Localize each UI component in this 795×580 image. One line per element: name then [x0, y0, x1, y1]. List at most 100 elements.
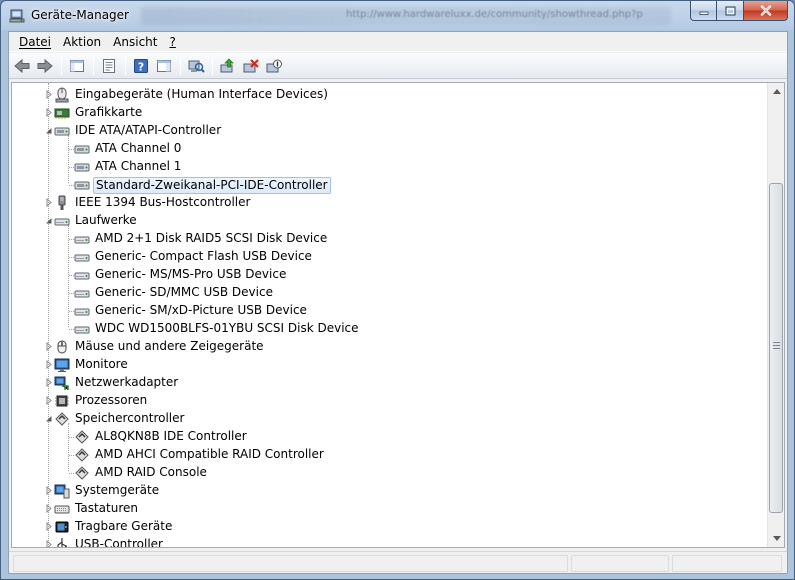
- forward-button[interactable]: [34, 55, 56, 77]
- status-bar: [9, 551, 787, 573]
- ide-channel-icon: [74, 163, 90, 172]
- tree-category[interactable]: Tastaturen: [12, 500, 766, 518]
- uninstall-button[interactable]: [240, 55, 262, 77]
- tree-device[interactable]: Generic- MS/MS-Pro USB Device: [12, 266, 766, 284]
- tree-category[interactable]: Prozessoren: [12, 392, 766, 410]
- scrollbar-thumb[interactable]: [769, 183, 783, 513]
- tree-device[interactable]: AMD 2+1 Disk RAID5 SCSI Disk Device: [12, 230, 766, 248]
- maximize-button[interactable]: [717, 1, 744, 21]
- device-tree[interactable]: Eingabegeräte (Human Interface Devices) G…: [12, 83, 766, 547]
- scroll-up-button[interactable]: [768, 83, 784, 100]
- collapsed-arrow-icon[interactable]: [44, 521, 53, 532]
- system-devices-icon: [54, 484, 70, 499]
- disable-button[interactable]: [263, 55, 285, 77]
- tree-category[interactable]: IDE ATA/ATAPI-Controller: [12, 122, 766, 140]
- properties-button[interactable]: [98, 55, 120, 77]
- menu-help[interactable]: ?: [163, 32, 181, 52]
- menu-ansicht[interactable]: Ansicht: [107, 32, 163, 52]
- tree-device[interactable]: AMD AHCI Compatible RAID Controller: [12, 446, 766, 464]
- network-adapter-icon: [54, 376, 69, 390]
- tree-device[interactable]: Generic- SD/MMC USB Device: [12, 284, 766, 302]
- tree-category[interactable]: Grafikkarte: [12, 104, 766, 122]
- tree-device[interactable]: Generic- SM/xD-Picture USB Device: [12, 302, 766, 320]
- disable-icon: [266, 59, 282, 72]
- tree-node-label: Mäuse und andere Zeigegeräte: [75, 339, 264, 353]
- tree-node-label: Generic- MS/MS-Pro USB Device: [95, 267, 287, 281]
- tree-node-label: Generic- SM/xD-Picture USB Device: [95, 303, 307, 317]
- status-pane-secondary: [571, 555, 669, 572]
- tree-category[interactable]: Laufwerke: [12, 212, 766, 230]
- toolbar-separator: [61, 56, 62, 75]
- collapsed-arrow-icon[interactable]: [44, 107, 53, 118]
- collapsed-arrow-icon[interactable]: [44, 341, 53, 352]
- close-button[interactable]: [744, 1, 788, 21]
- tree-category[interactable]: USB-Controller: [12, 536, 766, 547]
- console-tree-button[interactable]: [66, 55, 88, 77]
- tree-device[interactable]: AMD RAID Console: [12, 464, 766, 482]
- tree-node-label: Netzwerkadapter: [75, 375, 179, 389]
- device-tree-pane: Eingabegeräte (Human Interface Devices) G…: [11, 82, 785, 548]
- tree-category[interactable]: Speichercontroller: [12, 410, 766, 428]
- disk-drive-icon: [54, 218, 70, 226]
- tree-node-label: Tastaturen: [75, 501, 138, 515]
- expanded-arrow-icon[interactable]: [44, 216, 53, 225]
- action-pane-button[interactable]: [153, 55, 175, 77]
- disk-drive-icon: [74, 308, 90, 316]
- collapsed-arrow-icon[interactable]: [44, 485, 53, 496]
- tree-category[interactable]: Systemgeräte: [12, 482, 766, 500]
- vertical-scrollbar[interactable]: [767, 83, 784, 547]
- scroll-down-button[interactable]: [768, 530, 784, 547]
- help-icon: ?: [134, 58, 148, 73]
- menu-datei[interactable]: Datei: [13, 32, 57, 52]
- tree-device[interactable]: ATA Channel 1: [12, 158, 766, 176]
- tree-device[interactable]: WDC WD1500BLFS-01YBU SCSI Disk Device: [12, 320, 766, 338]
- collapsed-arrow-icon[interactable]: [44, 359, 53, 370]
- collapsed-arrow-icon[interactable]: [44, 377, 53, 388]
- tree-category[interactable]: Mäuse und andere Zeigegeräte: [12, 338, 766, 356]
- disk-drive-icon: [74, 272, 90, 280]
- display-adapter-icon: [54, 108, 70, 119]
- ide-channel-icon: [74, 181, 90, 190]
- tree-device[interactable]: ATA Channel 0: [12, 140, 766, 158]
- processor-icon: [55, 395, 69, 407]
- tree-node-label: Speichercontroller: [75, 411, 185, 425]
- scrollbar-grip: [773, 342, 780, 350]
- tree-node-label: Laufwerke: [75, 213, 137, 227]
- tree-device[interactable]: Standard-Zweikanal-PCI-IDE-Controller: [12, 176, 766, 194]
- collapsed-arrow-icon[interactable]: [44, 539, 53, 547]
- minimize-button[interactable]: [690, 1, 717, 21]
- tree-node-label: IDE ATA/ATAPI-Controller: [75, 123, 222, 137]
- close-icon: [760, 5, 771, 16]
- back-icon: [14, 58, 30, 73]
- title-bar[interactable]: http://www.hardwareluxx.de/community/sho…: [1, 1, 794, 31]
- scsi-controller-icon: [75, 466, 89, 480]
- svg-text:?: ?: [138, 60, 144, 73]
- tree-category[interactable]: Tragbare Geräte: [12, 518, 766, 536]
- tree-category[interactable]: Eingabegeräte (Human Interface Devices): [12, 86, 766, 104]
- scan-hardware-button[interactable]: [185, 55, 207, 77]
- tree-device[interactable]: Generic- Compact Flash USB Device: [12, 248, 766, 266]
- tree-node-label: WDC WD1500BLFS-01YBU SCSI Disk Device: [95, 321, 359, 335]
- back-button[interactable]: [11, 55, 33, 77]
- tree-category[interactable]: IEEE 1394 Bus-Hostcontroller: [12, 194, 766, 212]
- disk-drive-icon: [74, 254, 90, 262]
- collapsed-arrow-icon[interactable]: [44, 395, 53, 406]
- tree-category[interactable]: Monitore: [12, 356, 766, 374]
- update-driver-button[interactable]: [217, 55, 239, 77]
- tree-node-label: ATA Channel 0: [95, 141, 182, 155]
- collapsed-arrow-icon[interactable]: [44, 197, 53, 208]
- ide-channel-icon: [74, 145, 90, 154]
- help-button[interactable]: ?: [130, 55, 152, 77]
- menu-aktion[interactable]: Aktion: [57, 32, 107, 52]
- scroll-up-icon: [772, 89, 781, 94]
- update-driver-icon: [220, 58, 234, 72]
- expanded-arrow-icon[interactable]: [44, 126, 53, 135]
- tree-device[interactable]: AL8QKN8B IDE Controller: [12, 428, 766, 446]
- tree-node-label: AL8QKN8B IDE Controller: [95, 429, 247, 443]
- tree-node-label: Generic- SD/MMC USB Device: [95, 285, 273, 299]
- collapsed-arrow-icon[interactable]: [44, 89, 53, 100]
- blurred-background-text: http://www.hardwareluxx.de/community/sho…: [346, 9, 643, 20]
- tree-category[interactable]: Netzwerkadapter: [12, 374, 766, 392]
- expanded-arrow-icon[interactable]: [44, 414, 53, 423]
- collapsed-arrow-icon[interactable]: [44, 503, 53, 514]
